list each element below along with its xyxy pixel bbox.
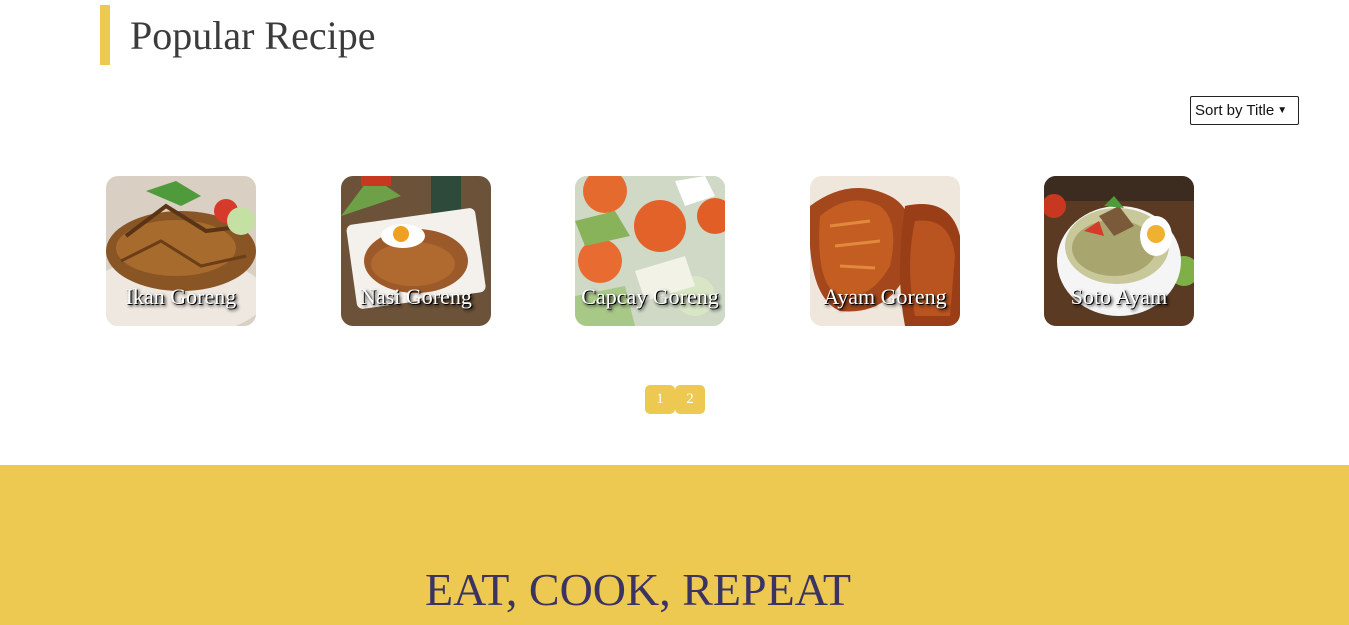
sort-select-value: Sort by Title bbox=[1195, 102, 1275, 119]
page-button-2[interactable]: 2 bbox=[675, 385, 705, 414]
section-title: Popular Recipe bbox=[100, 5, 376, 65]
sort-select[interactable]: Sort by Title ▼ bbox=[1190, 96, 1299, 125]
recipe-title: Ikan Goreng bbox=[125, 284, 237, 309]
recipe-title: Ayam Goreng bbox=[823, 284, 947, 309]
recipe-card-capcay-goreng[interactable]: Capcay Goreng bbox=[575, 176, 725, 326]
recipe-card-nasi-goreng[interactable]: Nasi Goreng bbox=[341, 176, 491, 326]
page-button-1[interactable]: 1 bbox=[645, 385, 675, 414]
recipe-title: Soto Ayam bbox=[1070, 284, 1168, 309]
recipe-title: Nasi Goreng bbox=[360, 284, 472, 309]
recipe-card-ikan-goreng[interactable]: Ikan Goreng bbox=[106, 176, 256, 326]
banner-heading: EAT, COOK, REPEAT bbox=[425, 564, 851, 615]
section-title-text: Popular Recipe bbox=[130, 12, 376, 58]
chevron-down-icon: ▼ bbox=[1277, 105, 1288, 116]
banner: EAT, COOK, REPEAT bbox=[0, 465, 1349, 625]
recipe-card-soto-ayam[interactable]: Soto Ayam bbox=[1044, 176, 1194, 326]
recipe-card-ayam-goreng[interactable]: Ayam Goreng bbox=[810, 176, 960, 326]
pagination: 1 2 bbox=[645, 385, 705, 414]
recipe-title: Capcay Goreng bbox=[581, 284, 719, 309]
